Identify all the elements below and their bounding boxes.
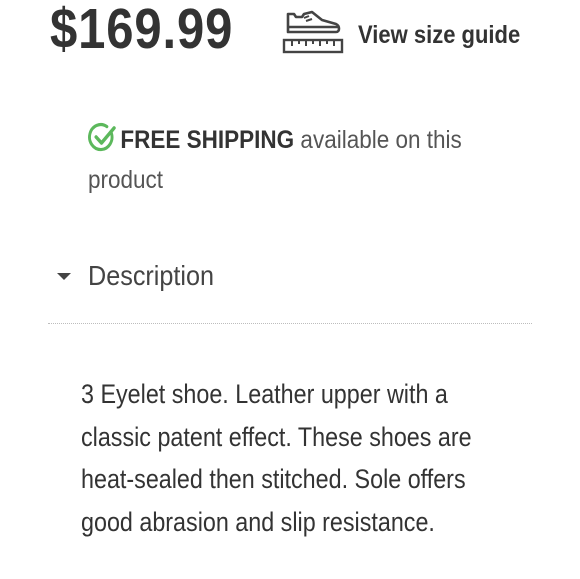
size-guide-label: View size guide bbox=[358, 20, 521, 49]
view-size-guide-link[interactable]: View size guide bbox=[282, 6, 542, 58]
caret-down-icon bbox=[57, 273, 71, 280]
description-text: 3 Eyelet shoe. Leather upper with a clas… bbox=[81, 373, 521, 543]
check-circle-icon bbox=[88, 123, 116, 152]
description-paragraph: 3 Eyelet shoe. Leather upper with a clas… bbox=[81, 379, 472, 537]
free-shipping-label: FREE SHIPPING bbox=[120, 126, 295, 154]
free-shipping-notice: FREE SHIPPING available on this product bbox=[88, 120, 488, 200]
description-toggle[interactable]: Description bbox=[56, 252, 228, 300]
section-divider bbox=[48, 323, 532, 324]
shoe-ruler-icon bbox=[282, 10, 344, 54]
description-heading: Description bbox=[88, 260, 215, 291]
product-price: $169.99 bbox=[50, 0, 234, 61]
